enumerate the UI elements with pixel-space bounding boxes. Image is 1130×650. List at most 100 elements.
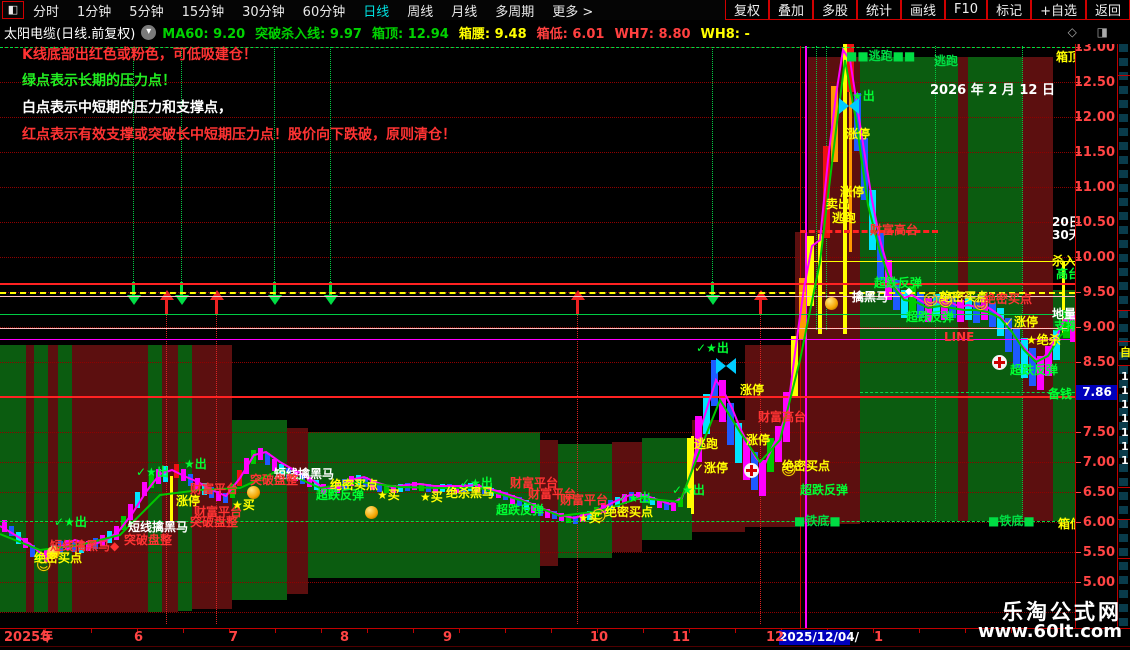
toolbar-button-2[interactable]: 多股 xyxy=(812,0,857,20)
toolbar-button-0[interactable]: 复权 xyxy=(724,0,769,20)
candle xyxy=(265,453,270,465)
right-edge-panel[interactable]: 自 1111111 xyxy=(1117,44,1130,628)
price-label: 6.50 xyxy=(1082,485,1115,500)
price-tick xyxy=(1076,327,1081,328)
toolbar-button-4[interactable]: 画线 xyxy=(901,0,946,20)
stock-title: 太阳电缆(日线.前复权) xyxy=(4,26,136,42)
cursor-price-box: 7.86 xyxy=(1076,385,1118,400)
gridline-h xyxy=(0,152,1075,153)
price-tick xyxy=(1076,292,1081,293)
gridline-h xyxy=(0,432,1075,433)
candle xyxy=(703,394,710,434)
gold-ball-icon xyxy=(825,297,838,310)
chevron-down-icon[interactable]: ▾ xyxy=(141,24,157,40)
candle xyxy=(503,492,508,500)
candle xyxy=(791,336,798,398)
strip-digit: 1 xyxy=(1121,398,1129,411)
signal-label: 突破盘整 xyxy=(250,473,299,487)
signal-label: 绝密买点 xyxy=(782,459,831,473)
gridline-h xyxy=(0,582,1075,583)
background-band xyxy=(58,345,72,612)
plot-area[interactable]: K线底部出红色或粉色，可低吸建仓！ 绿点表示长期的压力点！ 白点表示中短期的压力和支… xyxy=(0,44,1075,628)
background-band xyxy=(968,57,1022,521)
vline xyxy=(170,476,173,522)
toolbar-button-6[interactable]: 标记 xyxy=(987,0,1032,20)
signal-label: 财富高台 xyxy=(758,410,807,424)
tab-period-10[interactable]: 更多 > xyxy=(552,1,593,20)
candle xyxy=(664,502,669,510)
price-tick xyxy=(1076,82,1081,83)
toolbar-button-3[interactable]: 统计 xyxy=(857,0,902,20)
candle xyxy=(142,482,147,496)
hline xyxy=(810,261,1075,262)
tab-period-0[interactable]: 分时 xyxy=(33,1,59,20)
candle xyxy=(174,464,179,478)
app-window: ◧ 分时 1分钟 5分钟 15分钟 30分钟 60分钟 日线 周线 月线 多周期 更多 > 复权 叠加… xyxy=(0,0,1130,650)
signal-label: 30天 xyxy=(1052,228,1075,242)
signal-label: 财富高台 xyxy=(870,223,919,237)
tab-period-1[interactable]: 1分钟 xyxy=(77,1,111,20)
signal-label: 箱顶 xyxy=(1056,50,1075,64)
legend-note: 白点表示中短期的压力和支撑点， xyxy=(22,100,232,116)
signal-label: 超跌反弹 xyxy=(316,488,365,502)
background-band xyxy=(192,345,232,609)
signal-label: ★买 xyxy=(232,498,255,512)
period-menubar: ◧ 分时 1分钟 5分钟 15分钟 30分钟 60分钟 日线 周线 月线 多周期 更多 > 复权 叠加… xyxy=(0,0,1130,21)
period-tabs: 分时 1分钟 5分钟 15分钟 30分钟 60分钟 日线 周线 月线 多周期 更多 > xyxy=(24,1,602,20)
toolbar-button-5[interactable]: F10 xyxy=(945,0,988,20)
background-band xyxy=(287,428,308,594)
tab-period-8[interactable]: 月线 xyxy=(451,1,477,20)
tab-period-5[interactable]: 60分钟 xyxy=(303,1,346,20)
time-axis-ticks xyxy=(0,629,1075,633)
strip-digit: 1 xyxy=(1121,370,1129,383)
price-tick xyxy=(1076,432,1081,433)
signal-label: 绝密买点 xyxy=(34,551,83,565)
signal-label: 绝杀黑马 xyxy=(446,486,495,500)
strip-badge: 自 xyxy=(1120,346,1130,359)
candle xyxy=(719,380,726,422)
indicator-value: 箱低: 6.01 xyxy=(536,26,605,42)
toolbar-button-1[interactable]: 叠加 xyxy=(768,0,813,20)
indicator-value: WH8: - xyxy=(700,26,750,42)
red-arrow-tail xyxy=(216,312,217,624)
strip-digit: 1 xyxy=(1121,384,1129,397)
green-arrow-tail xyxy=(712,47,713,292)
strip-digit: 1 xyxy=(1121,426,1129,439)
candle xyxy=(877,230,884,280)
red-arrow-stem xyxy=(576,300,579,314)
price-tick xyxy=(1076,362,1081,363)
strip-divider xyxy=(1118,365,1130,366)
titlebar-icons[interactable]: ◇ ◨ xyxy=(1068,25,1116,39)
candle xyxy=(114,526,119,540)
candle xyxy=(997,308,1004,336)
tab-period-9[interactable]: 多周期 xyxy=(495,1,534,20)
month-label: 1 xyxy=(874,630,884,645)
window-icon[interactable]: ◧ xyxy=(2,1,24,19)
indicator-value: 突破杀入线: 9.97 xyxy=(255,26,362,42)
tab-period-6[interactable]: 日线 xyxy=(363,1,389,20)
green-arrow-tail xyxy=(274,47,275,292)
signal-label: 突破盘整 xyxy=(124,533,173,547)
candle xyxy=(135,492,140,508)
toolbar-button-8[interactable]: 返回 xyxy=(1085,0,1130,20)
red-arrow-stem xyxy=(215,300,218,314)
tab-period-7[interactable]: 周线 xyxy=(407,1,433,20)
candle xyxy=(412,482,417,490)
tab-period-3[interactable]: 15分钟 xyxy=(182,1,225,20)
signal-label: 逃跑 xyxy=(832,211,857,225)
candle xyxy=(545,509,550,518)
price-tick xyxy=(1076,47,1081,48)
signal-label: ✓涨停 xyxy=(694,461,729,475)
gridline-h xyxy=(0,462,1075,463)
toolbar-button-7[interactable]: +自选 xyxy=(1031,0,1086,20)
signal-label: ★绝杀 xyxy=(1026,333,1061,347)
price-label: 10.50 xyxy=(1075,215,1115,230)
price-axis: 13.00 12.50 12.00 11.50 11.00 10.50 10.00 9.50 9… xyxy=(1075,44,1118,628)
signal-label: 超跌反弹 xyxy=(1010,363,1059,377)
tab-period-2[interactable]: 5分钟 xyxy=(129,1,163,20)
price-tick xyxy=(1076,462,1081,463)
strip-divider xyxy=(1118,519,1130,520)
price-label: 12.00 xyxy=(1075,110,1115,125)
tab-period-4[interactable]: 30分钟 xyxy=(242,1,285,20)
gridline-h xyxy=(0,257,1075,258)
